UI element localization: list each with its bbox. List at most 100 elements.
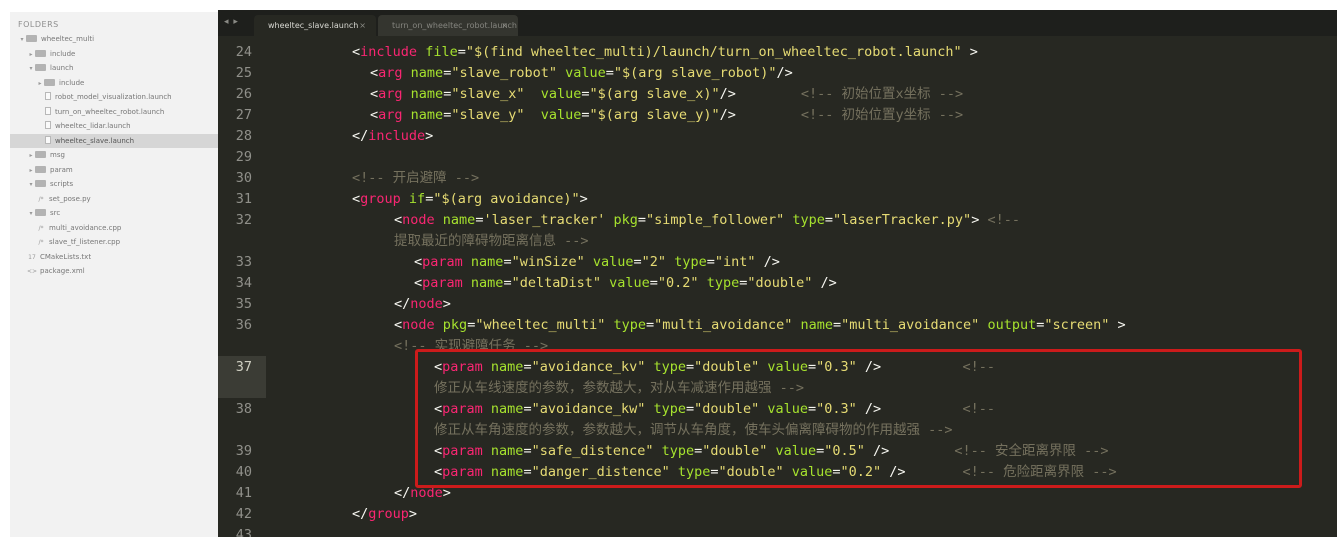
chevron-down-icon[interactable]: ▾ xyxy=(18,33,26,47)
code-token: include xyxy=(368,128,426,144)
chevron-right-icon[interactable]: ▸ xyxy=(36,77,44,91)
code-line[interactable]: <param name="avoidance_kw" type="double"… xyxy=(434,399,995,420)
code-line[interactable]: <param name="safe_distence" type="double… xyxy=(434,441,1108,462)
code-token: 提取最近的障碍物距离信息 --> xyxy=(394,233,589,249)
folder-item[interactable]: ▾ scripts xyxy=(10,177,218,192)
editor-pane[interactable]: ◂ ▸ wheeltec_slave.launch × turn_on_whee… xyxy=(218,10,1337,537)
code-token: < xyxy=(370,86,379,102)
code-token: = xyxy=(503,275,512,291)
tab-label: turn_on_wheeltec_robot.launch xyxy=(392,21,517,30)
code-token: "0.3" xyxy=(816,359,857,375)
code-token: = xyxy=(523,401,532,417)
app-window: FOLDERS ▾ wheeltec_multi ▸ include ▾ launch ▸ i… xyxy=(0,0,1337,537)
code-token: "slave_y" xyxy=(451,107,525,123)
code-token: /> xyxy=(776,65,793,81)
line-number-gutter: 24 25 26 27 28 29 30 31 32 33 34 35 36 37 38 39 40 41 42 43 xyxy=(218,36,266,537)
code-token: "avoidance_kw" xyxy=(531,401,646,417)
code-token: "screen" xyxy=(1044,317,1110,333)
folder-icon xyxy=(35,64,46,71)
tree-item-label: wheeltec_slave.launch xyxy=(55,136,135,145)
line-number: 37 xyxy=(235,359,252,375)
folder-item[interactable]: ▸ param xyxy=(10,163,218,178)
code-line[interactable]: <arg name="slave_robot" value="$(arg sla… xyxy=(370,63,793,84)
file-item[interactable]: 17 CMakeLists.txt xyxy=(10,250,218,265)
code-line[interactable]: </node> xyxy=(394,294,451,315)
code-line[interactable]: <param name="avoidance_kv" type="double"… xyxy=(434,357,995,378)
code-line[interactable]: <node pkg="wheeltec_multi" type="multi_a… xyxy=(394,315,1126,336)
file-type-icon: /* xyxy=(38,195,44,203)
code-token: <!-- 初始位置x坐标 --> xyxy=(800,86,964,102)
tree-item-label: launch xyxy=(50,64,74,72)
code-line[interactable]: <param name="winSize" value="2" type="in… xyxy=(414,252,780,273)
code-token: = xyxy=(710,464,719,480)
code-line[interactable]: </include> xyxy=(352,126,433,147)
close-icon[interactable]: × xyxy=(359,15,366,36)
code-line[interactable]: 修正从车角速度的参数，参数越大，调节从车角度，使车头偏离障碍物的作用越强 --> xyxy=(434,420,953,441)
code-token: = xyxy=(832,464,841,480)
code-line[interactable]: <arg name="slave_y" value="$(arg slave_y… xyxy=(370,105,963,126)
code-token: name xyxy=(490,359,524,375)
file-item[interactable]: turn_on_wheeltec_robot.launch xyxy=(10,105,218,120)
code-token: = xyxy=(457,44,466,60)
code-area[interactable]: <include file="$(find wheeltec_multi)/la… xyxy=(266,36,1337,537)
file-item[interactable]: /* set_pose.py xyxy=(10,192,218,207)
code-token: <!-- 实现避障任务 --> xyxy=(394,338,549,354)
code-line[interactable]: <group if="$(arg avoidance)"> xyxy=(352,189,588,210)
chevron-right-icon[interactable]: ▸ xyxy=(27,149,35,163)
file-item[interactable]: wheeltec_lidar.launch xyxy=(10,119,218,134)
folder-item[interactable]: ▸ include xyxy=(10,76,218,91)
tab-turn-on-wheeltec-robot-launch[interactable]: turn_on_wheeltec_robot.launch × xyxy=(378,15,518,36)
folder-item[interactable]: ▾ launch xyxy=(10,61,218,76)
chevron-down-icon[interactable]: ▾ xyxy=(27,62,35,76)
code-line[interactable]: <param name="danger_distence" type="doub… xyxy=(434,462,1117,483)
file-item[interactable]: wheeltec_slave.launch xyxy=(10,133,218,148)
code-line[interactable]: 修正从车线速度的参数，参数越大，对从车减速作用越强 --> xyxy=(434,378,804,399)
tab-wheeltec-slave-launch[interactable]: wheeltec_slave.launch × xyxy=(254,15,376,36)
tree-item-label: wheeltec_lidar.launch xyxy=(55,122,131,130)
code-token: "0.3" xyxy=(816,401,857,417)
code-line[interactable]: <include file="$(find wheeltec_multi)/la… xyxy=(352,42,978,63)
sidebar: FOLDERS ▾ wheeltec_multi ▸ include ▾ launch ▸ i… xyxy=(10,12,219,537)
code-line[interactable]: </group> xyxy=(352,504,417,525)
code-token: = xyxy=(824,212,834,228)
code-token: "double" xyxy=(702,443,768,459)
code-line[interactable]: </node> xyxy=(394,483,451,504)
tab-nav-arrows-icon[interactable]: ◂ ▸ xyxy=(224,17,239,27)
code-token: "laserTracker.py" xyxy=(833,212,972,228)
folder-item[interactable]: ▸ include xyxy=(10,47,218,62)
chevron-right-icon[interactable]: ▸ xyxy=(27,164,35,178)
code-line[interactable]: <!-- 开启避障 --> xyxy=(352,168,479,189)
code-line[interactable]: <node name='laser_tracker' pkg="simple_f… xyxy=(394,210,1020,231)
chevron-right-icon[interactable]: ▸ xyxy=(27,48,35,62)
code-line[interactable]: <!-- 实现避障任务 --> xyxy=(394,336,548,357)
folder-item[interactable]: ▾ wheeltec_multi xyxy=(10,32,218,47)
chevron-down-icon[interactable]: ▾ xyxy=(27,207,35,221)
code-token: pkg xyxy=(442,317,468,333)
chevron-down-icon[interactable]: ▾ xyxy=(27,178,35,192)
code-token: = xyxy=(523,443,532,459)
code-line[interactable]: 提取最近的障碍物距离信息 --> xyxy=(394,231,589,252)
folder-item[interactable]: ▸ msg xyxy=(10,148,218,163)
file-item[interactable]: /* slave_tf_listener.cpp xyxy=(10,235,218,250)
code-token: /> xyxy=(812,275,837,291)
code-token: "simple_follower" xyxy=(646,212,785,228)
file-item[interactable]: /* multi_avoidance.cpp xyxy=(10,221,218,236)
folder-item[interactable]: ▾ src xyxy=(10,206,218,221)
close-icon[interactable]: × xyxy=(501,15,508,36)
code-token: = xyxy=(605,65,614,81)
code-token: <!-- 开启避障 --> xyxy=(352,170,480,186)
file-item[interactable]: <> package.xml xyxy=(10,264,218,279)
file-type-icon: /* xyxy=(38,224,44,232)
file-item[interactable]: robot_model_visualization.launch xyxy=(10,90,218,105)
code-line[interactable]: <param name="deltaDist" value="0.2" type… xyxy=(414,273,837,294)
code-line[interactable]: <arg name="slave_x" value="$(arg slave_x… xyxy=(370,84,963,105)
code-token: type xyxy=(653,359,687,375)
